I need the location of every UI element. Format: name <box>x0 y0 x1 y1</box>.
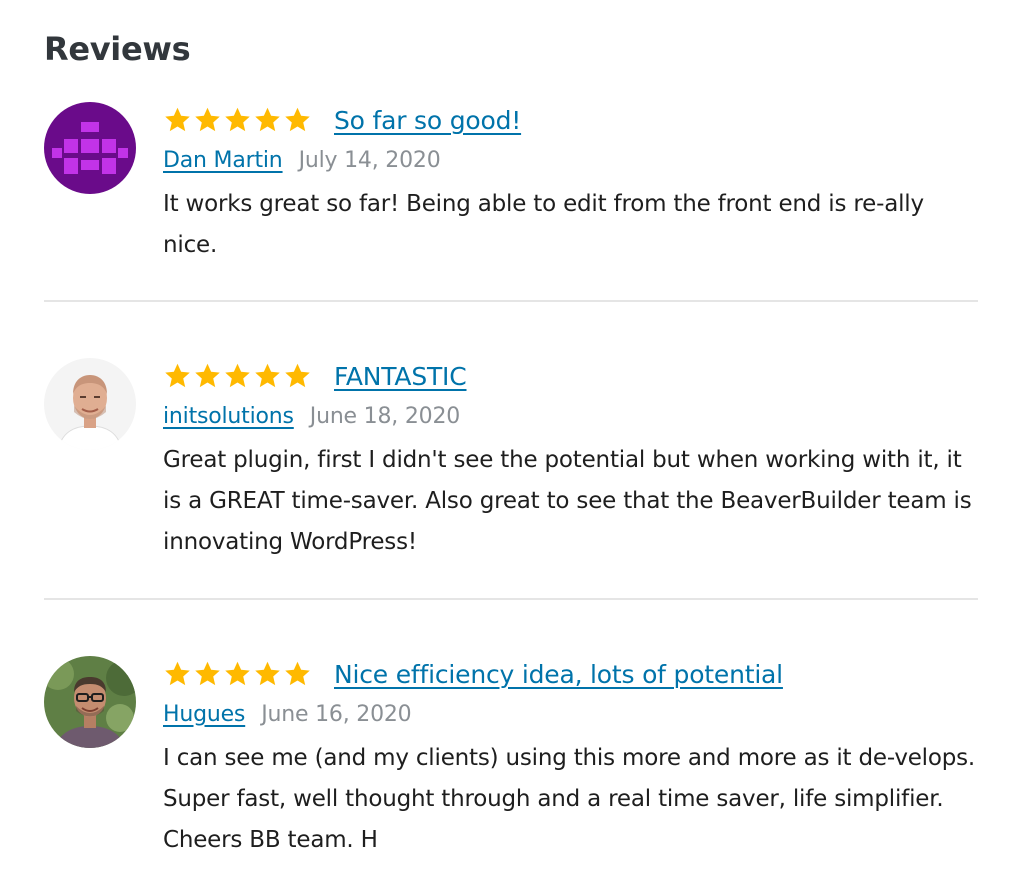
star-icon <box>255 661 280 686</box>
identicon-avatar-icon <box>44 102 136 194</box>
star-icon <box>165 661 190 686</box>
review-body: It works great so far! Being able to edi… <box>163 191 924 258</box>
author-link[interactable]: Dan Martin <box>163 148 283 173</box>
review-content: FANTASTIC initsolutions June 18, 2020 Gr… <box>163 356 978 563</box>
star-rating <box>163 106 312 134</box>
star-icon <box>195 107 220 132</box>
star-icon <box>195 661 220 686</box>
review-meta: Dan Martin July 14, 2020 <box>163 142 978 178</box>
review-title-link[interactable]: Nice efficiency idea, lots of potential <box>334 660 783 689</box>
star-icon <box>165 107 190 132</box>
review-meta: initsolutions June 18, 2020 <box>163 398 978 434</box>
author-link[interactable]: Hugues <box>163 702 245 727</box>
divider <box>44 598 978 600</box>
star-rating <box>163 660 312 688</box>
star-icon <box>195 363 220 388</box>
avatar[interactable] <box>44 358 136 450</box>
star-icon <box>285 661 310 686</box>
review-date: July 14, 2020 <box>298 147 441 173</box>
star-icon <box>165 363 190 388</box>
review-content: So far so good! Dan Martin July 14, 2020… <box>163 100 978 266</box>
avatar[interactable] <box>44 656 136 748</box>
review-body: I can see me (and my clients) using this… <box>163 745 976 853</box>
star-icon <box>285 107 310 132</box>
review-date: June 18, 2020 <box>309 403 461 429</box>
star-icon <box>285 363 310 388</box>
star-icon <box>255 363 280 388</box>
divider <box>44 300 978 302</box>
star-rating <box>163 362 312 390</box>
review-title-row: So far so good! <box>163 100 978 140</box>
reviews-heading: Reviews <box>44 30 191 68</box>
star-icon <box>225 363 250 388</box>
star-icon <box>225 661 250 686</box>
star-icon <box>255 107 280 132</box>
review-meta: Hugues June 16, 2020 <box>163 696 978 732</box>
person-photo-icon <box>44 656 136 748</box>
author-link[interactable]: initsolutions <box>163 404 294 429</box>
review-title-row: FANTASTIC <box>163 356 978 396</box>
avatar[interactable] <box>44 102 136 194</box>
review-body: Great plugin, first I didn't see the pot… <box>163 447 972 555</box>
review-content: Nice efficiency idea, lots of potential … <box>163 654 978 861</box>
review-title-row: Nice efficiency idea, lots of potential <box>163 654 978 694</box>
review-title-link[interactable]: FANTASTIC <box>334 362 467 391</box>
review-date: June 16, 2020 <box>261 701 412 727</box>
review-title-link[interactable]: So far so good! <box>334 106 521 135</box>
person-photo-icon <box>44 358 136 450</box>
star-icon <box>225 107 250 132</box>
